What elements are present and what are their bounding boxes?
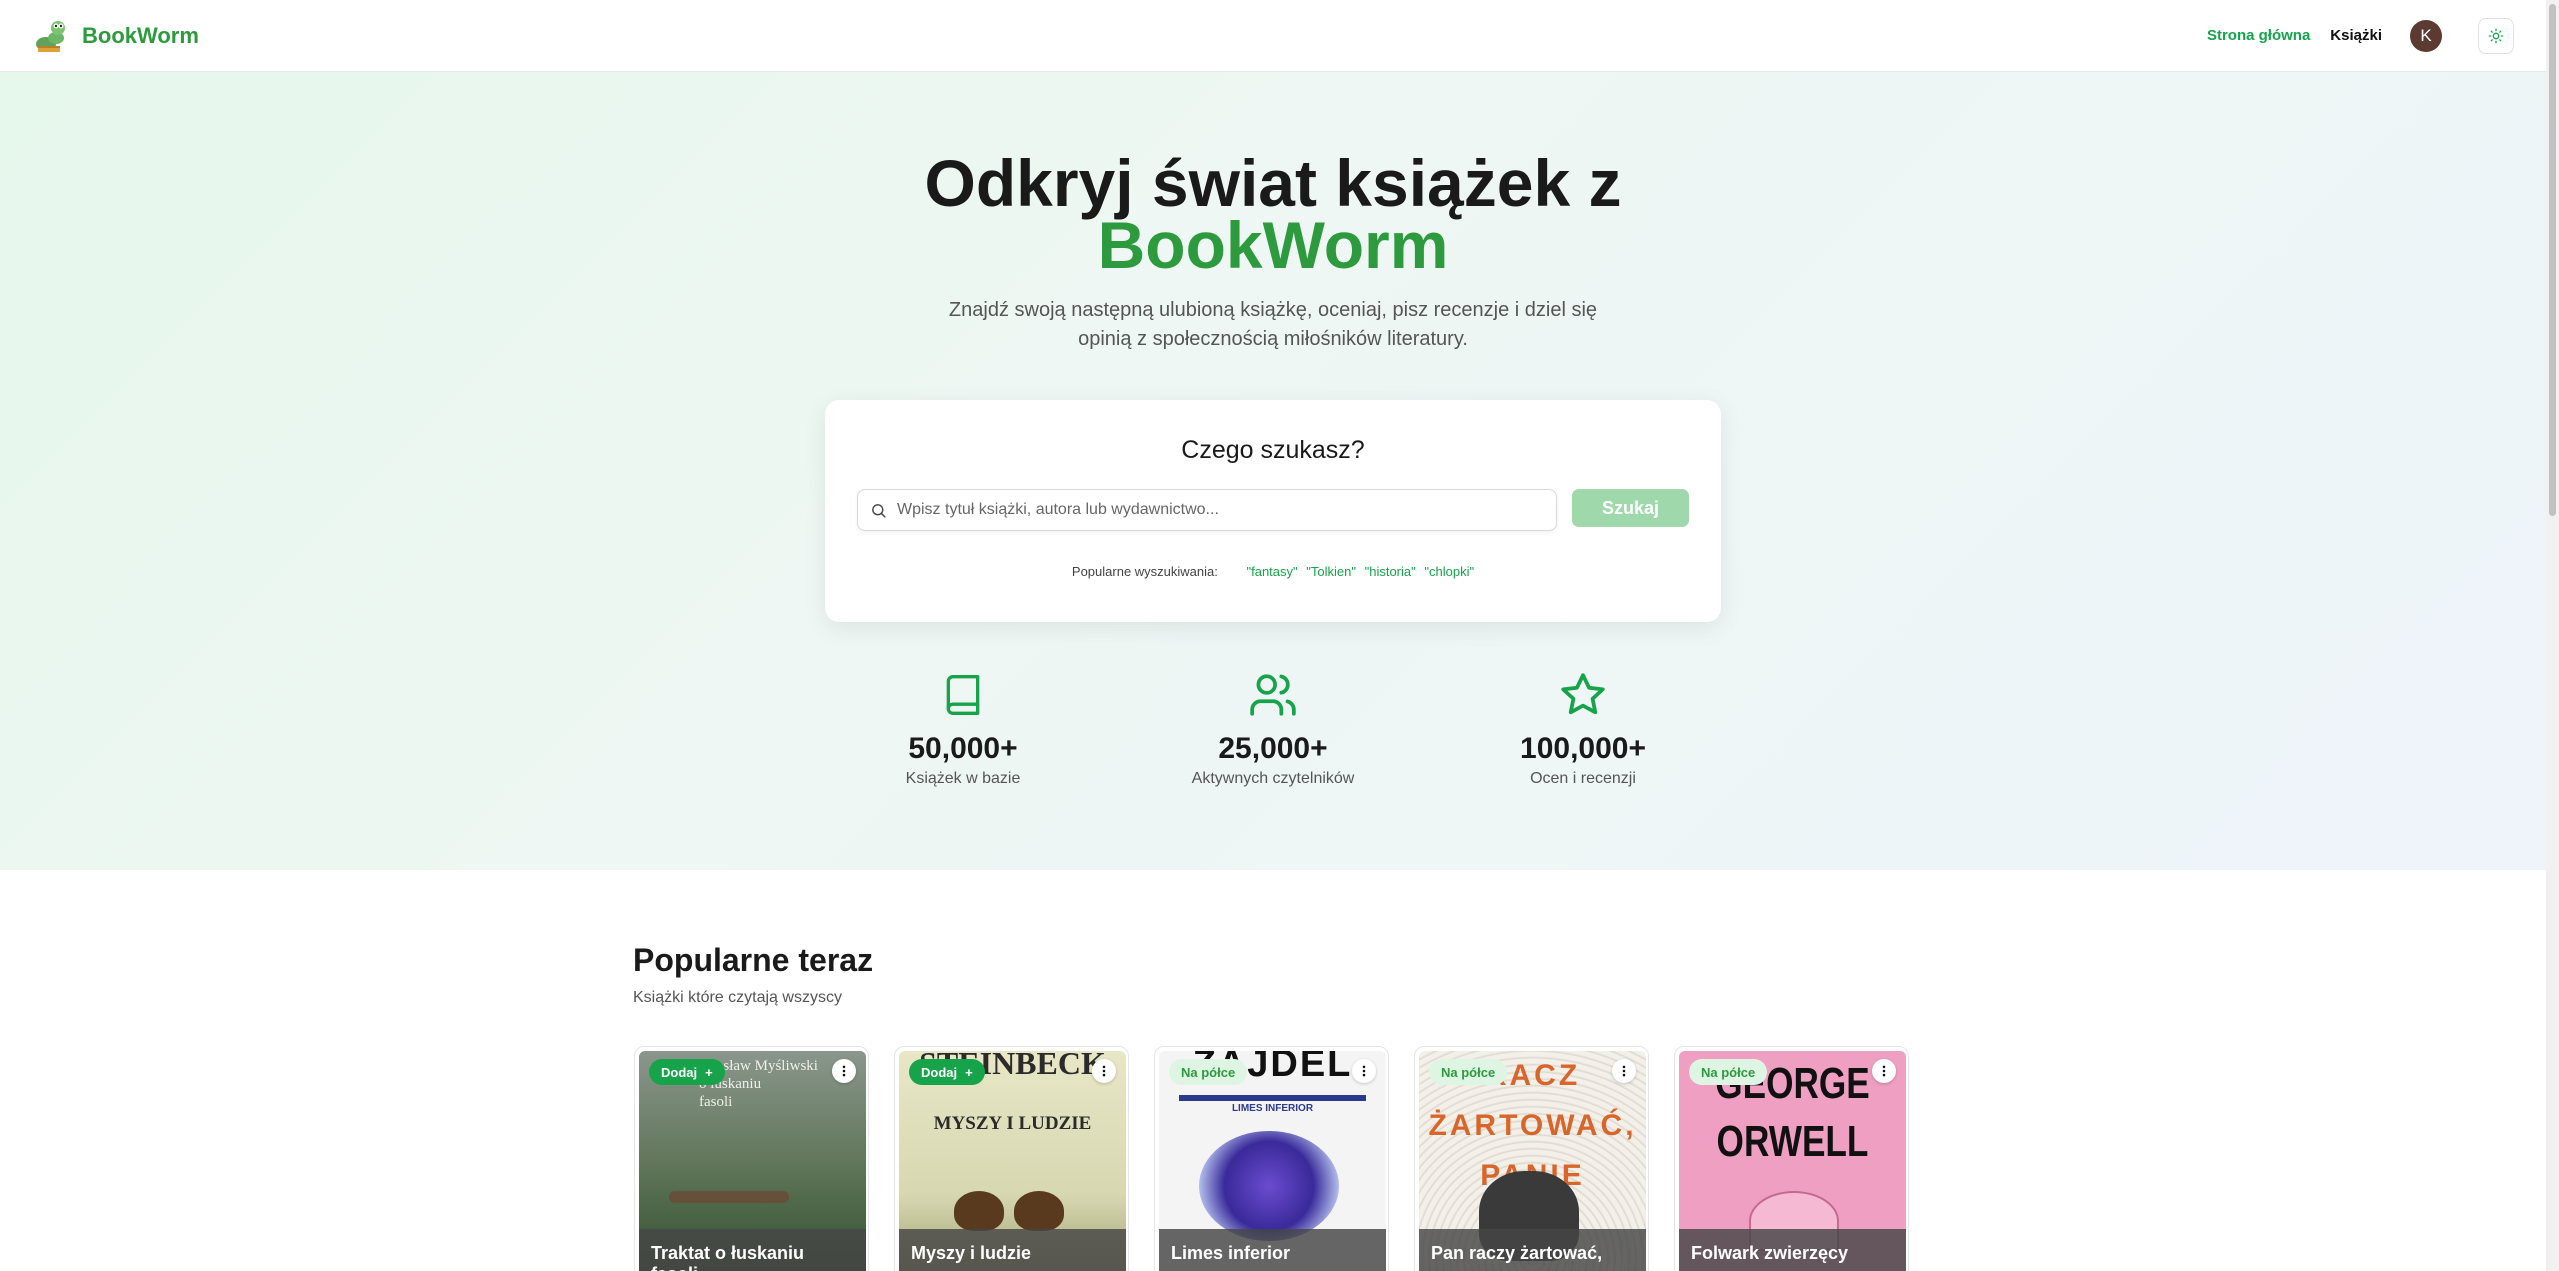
book-cover-text: MYSZY I LUDZIE bbox=[933, 1113, 1092, 1134]
main-nav: Strona główna Książki K bbox=[2207, 17, 2514, 54]
badge-label: Dodaj bbox=[921, 1064, 958, 1080]
popular-tag-tolkien[interactable]: "Tolkien" bbox=[1306, 564, 1356, 579]
on-shelf-badge[interactable]: Na półce bbox=[1169, 1059, 1248, 1085]
nav-link-home[interactable]: Strona główna bbox=[2207, 27, 2310, 44]
search-heading: Czego szukasz? bbox=[1181, 436, 1365, 464]
search-button[interactable]: Szukaj bbox=[1572, 489, 1689, 527]
book-card[interactable]: RACZ ŻARTOWAĆ, PANIE Na półce Pan raczy … bbox=[1414, 1046, 1649, 1271]
star-icon bbox=[1561, 673, 1605, 715]
popular-tag-fantasy[interactable]: "fantasy" bbox=[1247, 564, 1298, 579]
book-title: Myszy i ludzie bbox=[899, 1229, 1126, 1271]
top-navbar: BookWorm Strona główna Książki K bbox=[0, 0, 2546, 72]
bookworm-logo-icon bbox=[36, 20, 65, 52]
hero-title-brand: BookWorm bbox=[1097, 208, 1449, 282]
add-to-shelf-button[interactable]: Dodaj + bbox=[909, 1059, 985, 1085]
stat-ratings-value: 100,000+ bbox=[1520, 732, 1646, 765]
nav-link-books[interactable]: Książki bbox=[2330, 27, 2382, 44]
theme-toggle-button[interactable] bbox=[2478, 17, 2514, 54]
stat-readers: 25,000+ Aktywnych czytelników bbox=[1153, 670, 1393, 788]
popular-tag-chlopki[interactable]: "chlopki" bbox=[1424, 564, 1474, 579]
hero-subtitle-line1: Znajdź swoją następną ulubioną książkę, … bbox=[948, 299, 1598, 321]
stat-readers-value: 25,000+ bbox=[1218, 732, 1328, 765]
book-icon bbox=[946, 675, 980, 715]
hero-title: Odkryj świat książek z BookWorm bbox=[0, 150, 2546, 282]
book-card[interactable]: Wiesław Myśliwski o łuskaniu fasoli Doda… bbox=[634, 1046, 869, 1271]
brand-logo[interactable]: BookWorm bbox=[32, 16, 199, 56]
on-shelf-badge[interactable]: Na półce bbox=[1429, 1059, 1508, 1085]
book-title: Pan raczy żartować, bbox=[1419, 1229, 1646, 1271]
user-avatar[interactable]: K bbox=[2410, 19, 2442, 52]
stat-ratings-label: Ocen i recenzji bbox=[1530, 770, 1636, 787]
plus-icon: + bbox=[965, 1064, 973, 1080]
scrollbar-thumb[interactable] bbox=[2549, 4, 2556, 516]
more-vertical-icon bbox=[1882, 1065, 1886, 1077]
search-card: Czego szukasz? Szukaj Popularne wyszukiw… bbox=[825, 400, 1721, 622]
book-card[interactable]: ZAJDEL LIMES INFERIOR Na półce Limes inf… bbox=[1154, 1046, 1389, 1271]
book-menu-button[interactable] bbox=[1352, 1059, 1376, 1083]
search-input[interactable] bbox=[897, 501, 1537, 519]
book-cover-text: LIMES INFERIOR bbox=[1231, 1103, 1314, 1114]
page-scrollbar[interactable] bbox=[2546, 0, 2559, 1271]
more-vertical-icon bbox=[1622, 1065, 1626, 1077]
book-title: Traktat o łuskaniu fasoli bbox=[639, 1229, 866, 1271]
add-to-shelf-button[interactable]: Dodaj + bbox=[649, 1059, 725, 1085]
book-menu-button[interactable] bbox=[1092, 1059, 1116, 1083]
book-menu-button[interactable] bbox=[832, 1059, 856, 1083]
popular-searches: Popularne wyszukiwania: "fantasy" "Tolki… bbox=[825, 564, 1721, 579]
more-vertical-icon bbox=[1102, 1065, 1106, 1077]
users-icon bbox=[1250, 674, 1296, 716]
hero-subtitle: Znajdź swoją następną ulubioną książkę, … bbox=[0, 296, 2546, 354]
popular-searches-label: Popularne wyszukiwania: bbox=[1071, 564, 1218, 579]
stat-ratings: 100,000+ Ocen i recenzji bbox=[1463, 670, 1703, 788]
popular-tag-historia[interactable]: "historia" bbox=[1365, 564, 1416, 579]
book-menu-button[interactable] bbox=[1872, 1059, 1896, 1083]
plus-icon: + bbox=[705, 1064, 713, 1080]
hero-section: Odkryj świat książek z BookWorm Znajdź s… bbox=[0, 72, 2546, 870]
section-title-popular: Popularne teraz bbox=[633, 942, 874, 978]
section-subtitle-popular: Książki które czytają wszyscy bbox=[633, 989, 842, 1006]
search-icon bbox=[872, 503, 886, 518]
stat-books: 50,000+ Książek w bazie bbox=[843, 670, 1083, 788]
book-title: Limes inferior bbox=[1159, 1229, 1386, 1271]
stat-readers-label: Aktywnych czytelników bbox=[1191, 770, 1355, 787]
hero-subtitle-line2: opinią z społecznością miłośników litera… bbox=[1078, 328, 1468, 350]
book-title: Folwark zwierzęcy bbox=[1679, 1229, 1906, 1271]
badge-label: Dodaj bbox=[661, 1064, 698, 1080]
more-vertical-icon bbox=[842, 1065, 846, 1077]
stat-books-value: 50,000+ bbox=[908, 732, 1018, 765]
book-card[interactable]: GEORGE ORWELL Na półce Folwark zwierzęcy bbox=[1674, 1046, 1909, 1271]
book-menu-button[interactable] bbox=[1612, 1059, 1636, 1083]
stat-books-label: Książek w bazie bbox=[905, 770, 1021, 787]
on-shelf-badge[interactable]: Na półce bbox=[1689, 1059, 1768, 1085]
more-vertical-icon bbox=[1362, 1065, 1366, 1077]
book-card[interactable]: STEINBECK MYSZY I LUDZIE Dodaj + Myszy i… bbox=[894, 1046, 1129, 1271]
search-field[interactable] bbox=[857, 489, 1557, 531]
brand-name: BookWorm bbox=[82, 22, 199, 48]
sun-icon bbox=[2488, 28, 2504, 43]
